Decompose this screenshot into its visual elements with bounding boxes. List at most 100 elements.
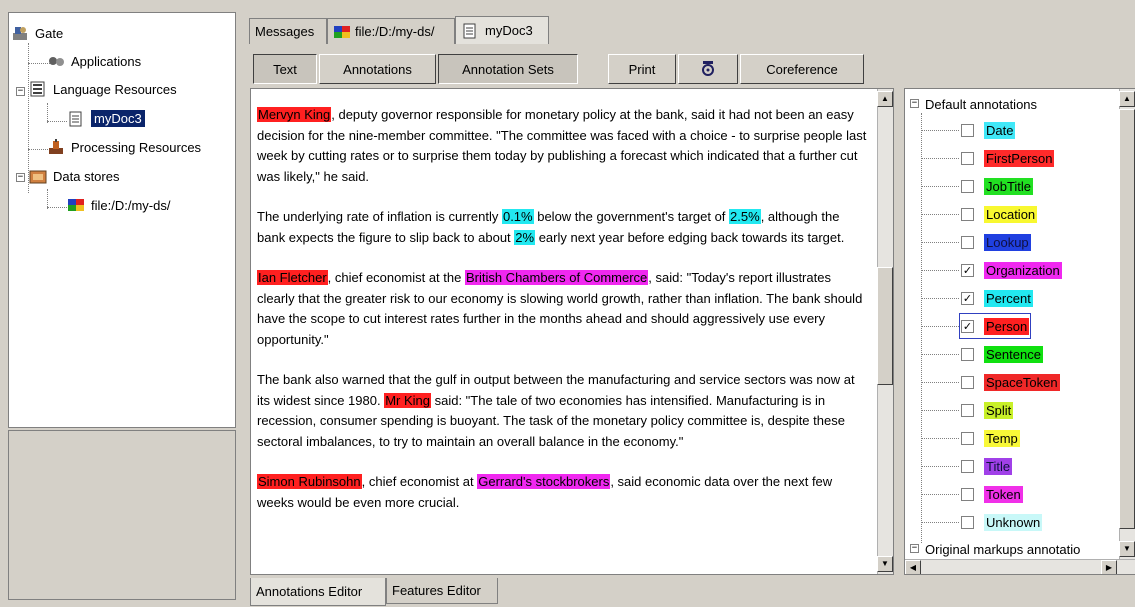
tree-connector bbox=[921, 382, 959, 383]
paragraph: Mervyn King, deputy governor responsible… bbox=[257, 105, 871, 187]
annotation-vertical-scrollbar[interactable]: ▲ ▼ bbox=[1119, 89, 1135, 559]
annotation-sets-pane[interactable]: − Default annotations Date FirstPerson Job… bbox=[904, 88, 1135, 575]
annotation-person[interactable]: Mervyn King bbox=[257, 107, 332, 122]
annotation-organization[interactable]: British Chambers of Commerce bbox=[464, 270, 649, 285]
annotation-type-row[interactable]: JobTitle bbox=[961, 175, 1034, 197]
collapse-data-stores-icon[interactable]: − bbox=[16, 173, 25, 182]
annotation-set-original-markups[interactable]: Original markups annotatio bbox=[925, 538, 1080, 560]
tab-datastore[interactable]: file:/D:/my-ds/ bbox=[327, 18, 455, 44]
tree-connector bbox=[47, 103, 48, 123]
tree-item-language-resources[interactable]: Language Resources bbox=[29, 81, 177, 97]
text-run: , deputy governor responsible for moneta… bbox=[257, 107, 867, 184]
tree-connector bbox=[921, 270, 959, 271]
collapse-language-resources-icon[interactable]: − bbox=[16, 87, 25, 96]
annotation-type-row[interactable]: ✓ Person bbox=[958, 313, 1032, 339]
scroll-left-arrow-icon[interactable]: ◀ bbox=[905, 560, 921, 574]
annotation-type-label: Organization bbox=[984, 261, 1062, 279]
text-toggle-button[interactable]: Text bbox=[253, 54, 317, 84]
tree-root-gate[interactable]: Gate bbox=[11, 25, 63, 41]
annotation-type-row[interactable]: Lookup bbox=[961, 231, 1031, 253]
text-run: early next year before edging back towar… bbox=[535, 229, 845, 245]
document-text[interactable]: Mervyn King, deputy governor responsible… bbox=[257, 105, 871, 533]
text-vertical-scrollbar[interactable]: ▲ ▼ bbox=[877, 89, 893, 574]
annotation-type-checkbox[interactable]: ✓ bbox=[961, 263, 974, 277]
resource-tree[interactable]: − − Gate Applications Language Resources… bbox=[8, 12, 236, 428]
annotation-set-default[interactable]: Default annotations bbox=[925, 93, 1037, 115]
tab-label: Annotations Editor bbox=[256, 584, 363, 599]
annotation-person[interactable]: Mr King bbox=[384, 392, 431, 408]
paragraph: The underlying rate of inflation is curr… bbox=[257, 207, 871, 248]
scroll-thumb[interactable] bbox=[877, 267, 893, 385]
annotation-person[interactable]: Ian Fletcher bbox=[257, 270, 328, 285]
annotation-type-checkbox[interactable] bbox=[961, 207, 974, 221]
annotation-type-row[interactable]: Sentence bbox=[961, 343, 1043, 365]
annotation-type-checkbox[interactable] bbox=[961, 375, 974, 389]
tab-features-editor[interactable]: Features Editor bbox=[386, 578, 498, 604]
collapse-original-markups-icon[interactable]: − bbox=[910, 544, 919, 553]
collapse-default-annotations-icon[interactable]: − bbox=[910, 99, 919, 108]
tab-messages[interactable]: Messages bbox=[249, 18, 327, 44]
annotation-type-row[interactable]: SpaceToken bbox=[961, 371, 1060, 393]
print-button[interactable]: Print bbox=[608, 54, 676, 84]
annotation-type-checkbox[interactable] bbox=[961, 235, 974, 249]
tree-item-label: Applications bbox=[71, 53, 142, 69]
text-run: , chief economist at bbox=[361, 474, 478, 489]
tree-connector bbox=[921, 354, 959, 355]
annotation-type-checkbox[interactable] bbox=[961, 515, 974, 529]
tab-annotations-editor[interactable]: Annotations Editor bbox=[250, 578, 386, 606]
annotation-organization[interactable]: Gerrard's stockbrokers bbox=[477, 474, 611, 489]
annotation-type-label: FirstPerson bbox=[984, 149, 1055, 167]
scroll-down-arrow-icon[interactable]: ▼ bbox=[877, 556, 893, 572]
annotation-type-checkbox[interactable] bbox=[961, 459, 974, 473]
annotation-type-row[interactable]: Token bbox=[961, 483, 1023, 505]
annotation-percent[interactable]: 2% bbox=[514, 229, 536, 245]
annotation-type-row[interactable]: Split bbox=[961, 399, 1014, 421]
scroll-down-arrow-icon[interactable]: ▼ bbox=[1119, 541, 1135, 557]
scroll-thumb[interactable] bbox=[1119, 109, 1135, 529]
annotation-horizontal-scrollbar[interactable]: ◀ ▶ bbox=[905, 559, 1135, 574]
annotation-type-label: Unknown bbox=[984, 513, 1043, 531]
tab-label: Messages bbox=[255, 24, 315, 39]
annotation-type-row[interactable]: Date bbox=[961, 119, 1016, 141]
tree-item-data-stores[interactable]: Data stores bbox=[29, 168, 119, 184]
annotation-type-checkbox[interactable] bbox=[961, 123, 974, 137]
annotation-type-checkbox[interactable]: ✓ bbox=[961, 291, 974, 305]
annotation-type-row[interactable]: Title bbox=[961, 455, 1013, 477]
annotation-percent[interactable]: 0.1% bbox=[501, 209, 534, 224]
annotation-type-row[interactable]: FirstPerson bbox=[961, 147, 1055, 169]
coreference-button[interactable]: Coreference bbox=[740, 54, 864, 84]
annotation-type-checkbox[interactable] bbox=[961, 179, 974, 193]
annotation-type-checkbox[interactable] bbox=[961, 347, 974, 361]
document-icon bbox=[67, 111, 85, 127]
annotation-percent[interactable]: 2.5% bbox=[729, 209, 761, 224]
annotation-type-checkbox[interactable]: ✓ bbox=[961, 319, 974, 333]
button-label: Annotations bbox=[343, 61, 412, 77]
resource-details-panel bbox=[8, 430, 236, 600]
tree-item-applications[interactable]: Applications bbox=[47, 53, 141, 69]
datastore-file-icon bbox=[67, 197, 85, 213]
tree-item-mydoc3[interactable]: myDoc3 bbox=[67, 110, 145, 127]
tree-connector bbox=[921, 438, 959, 439]
applications-icon bbox=[47, 53, 65, 69]
tree-item-datastore-file[interactable]: file:/D:/my-ds/ bbox=[67, 197, 170, 213]
tab-mydoc3[interactable]: myDoc3 bbox=[455, 16, 549, 44]
scroll-up-arrow-icon[interactable]: ▲ bbox=[877, 91, 893, 107]
annotation-type-checkbox[interactable] bbox=[961, 403, 974, 417]
settings-button[interactable] bbox=[678, 54, 738, 84]
annotation-type-row[interactable]: ✓ Percent bbox=[961, 287, 1033, 309]
annotation-type-checkbox[interactable] bbox=[961, 487, 974, 501]
annotation-type-row[interactable]: Temp bbox=[961, 427, 1020, 449]
annotation-sets-toggle-button[interactable]: Annotation Sets bbox=[438, 54, 578, 84]
tree-item-processing-resources[interactable]: Processing Resources bbox=[47, 139, 201, 155]
scroll-up-arrow-icon[interactable]: ▲ bbox=[1119, 91, 1135, 107]
annotations-toggle-button[interactable]: Annotations bbox=[319, 54, 436, 84]
annotation-type-checkbox[interactable] bbox=[961, 431, 974, 445]
tree-connector bbox=[921, 186, 959, 187]
scroll-right-arrow-icon[interactable]: ▶ bbox=[1101, 560, 1117, 574]
annotation-type-row[interactable]: ✓ Organization bbox=[961, 259, 1062, 281]
annotation-type-checkbox[interactable] bbox=[961, 151, 974, 165]
annotation-type-row[interactable]: Location bbox=[961, 203, 1038, 225]
annotation-type-row[interactable]: Unknown bbox=[961, 511, 1043, 533]
annotation-person[interactable]: Simon Rubinsohn bbox=[257, 474, 362, 489]
document-text-pane[interactable]: Mervyn King, deputy governor responsible… bbox=[250, 88, 894, 575]
